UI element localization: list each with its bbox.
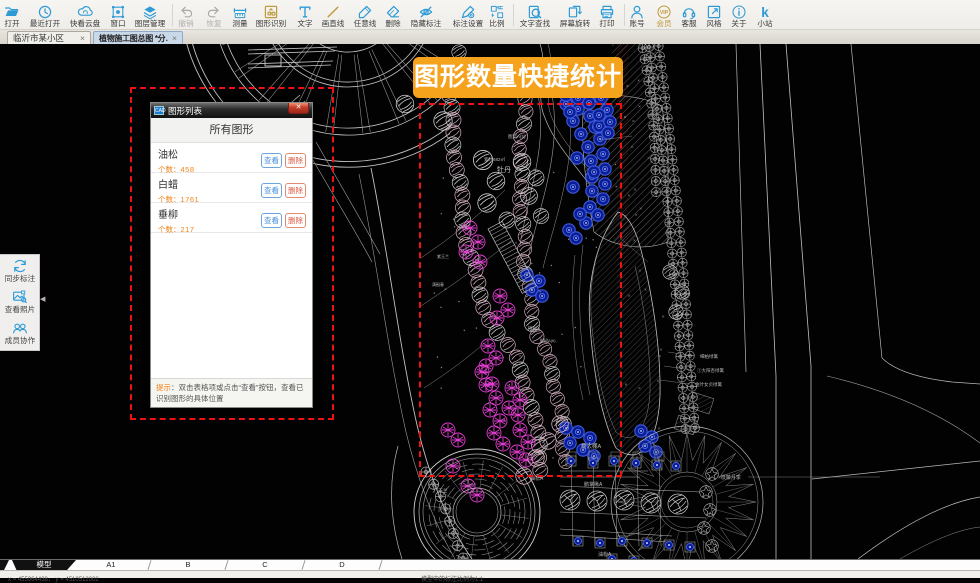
svg-text:金叶女贞绿篱: 金叶女贞绿篱 xyxy=(695,381,722,388)
svg-text:k: k xyxy=(761,5,769,20)
svg-text:鹅掌楸A: 鹅掌楸A xyxy=(584,481,603,488)
svg-text:×枝藤月季: ×枝藤月季 xyxy=(718,474,741,481)
svg-text:①大阳杏绿篱: ①大阳杏绿篱 xyxy=(697,367,724,374)
svg-text:油松A: 油松A xyxy=(598,551,612,558)
svg-text:广玉兰: 广玉兰 xyxy=(434,487,448,494)
svg-text:细柏绿篱: 细柏绿篱 xyxy=(700,353,718,360)
